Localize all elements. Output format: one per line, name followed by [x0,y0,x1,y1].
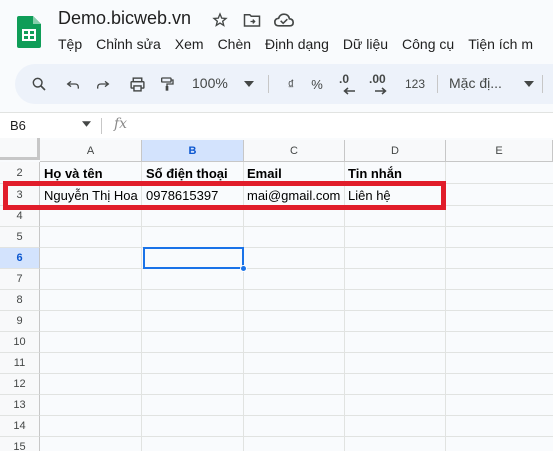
number-format-button[interactable]: 123 [401,72,429,96]
menu-format[interactable]: Định dạng [265,36,329,52]
percent-format-button[interactable]: % [305,72,329,96]
row-header-10[interactable]: 10 [0,332,40,353]
column-header-a[interactable]: A [40,140,142,162]
cloud-saved-icon[interactable] [274,10,294,30]
spreadsheet-app: Demo.bicweb.vn Tệp Chỉnh sửa Xem Chèn Đị… [0,0,553,451]
column-header-d[interactable]: D [345,140,446,162]
column-header-b[interactable]: B [142,140,244,162]
column-header-c[interactable]: C [244,140,345,162]
sheets-logo-icon[interactable] [17,16,41,48]
menu-extensions[interactable]: Tiện ích m [468,36,533,52]
row-header-9[interactable]: 9 [0,311,40,332]
increase-decimal-label: .00 [369,72,386,86]
formula-bar-divider [101,118,102,134]
row-header-13[interactable]: 13 [0,395,40,416]
row-lines [40,206,553,451]
font-family-select[interactable]: Mặc đị... [449,75,502,91]
menu-data[interactable]: Dữ liệu [343,36,388,52]
decrease-decimal-label: .0 [339,72,350,86]
font-dropdown-icon[interactable] [517,72,541,96]
row-header-5[interactable]: 5 [0,227,40,248]
increase-decimal-button[interactable]: .00 [369,72,393,96]
row-header-15[interactable]: 15 [0,437,40,451]
row-header-7[interactable]: 7 [0,269,40,290]
menu-edit[interactable]: Chỉnh sửa [96,36,161,52]
arrow-left-icon [343,87,355,95]
name-box-dropdown-icon[interactable] [82,119,91,130]
row-3-highlight-box [3,181,446,210]
row-header-12[interactable]: 12 [0,374,40,395]
menu-bar: Tệp Chỉnh sửa Xem Chèn Định dạng Dữ liệu… [58,36,547,52]
menu-view[interactable]: Xem [175,36,204,52]
row-header-8[interactable]: 8 [0,290,40,311]
menu-insert[interactable]: Chèn [218,36,251,52]
menu-file[interactable]: Tệp [58,36,82,52]
redo-icon[interactable] [91,72,115,96]
formula-bar: B6 fx [0,112,553,138]
title-bar: Demo.bicweb.vn Tệp Chỉnh sửa Xem Chèn Đị… [0,0,553,62]
undo-icon[interactable] [61,72,85,96]
toolbar-divider [268,75,269,93]
fill-handle[interactable] [240,265,247,272]
menu-tools[interactable]: Công cụ [402,36,454,52]
fx-icon: fx [114,116,128,132]
toolbar-divider [437,75,438,93]
move-folder-icon[interactable] [242,10,262,30]
selected-cell-b6[interactable] [143,247,244,269]
row-header-11[interactable]: 11 [0,353,40,374]
toolbar: 100% ₫ % .0 .00 123 Mặc đị... [15,64,553,104]
currency-format-button[interactable]: ₫ [279,72,303,96]
column-header-e[interactable]: E [446,140,553,162]
star-icon[interactable] [210,10,230,30]
document-title[interactable]: Demo.bicweb.vn [58,8,191,29]
name-box[interactable]: B6 [10,118,26,133]
paint-format-icon[interactable] [155,72,179,96]
row-header-14[interactable]: 14 [0,416,40,437]
arrow-right-icon [375,87,387,95]
print-icon[interactable] [125,72,149,96]
toolbar-divider [542,75,543,93]
zoom-dropdown-icon[interactable] [237,72,261,96]
zoom-select[interactable]: 100% [192,75,228,91]
search-menus-icon[interactable] [27,72,51,96]
select-all-corner[interactable] [0,138,40,160]
row-header-6[interactable]: 6 [0,248,40,269]
decrease-decimal-button[interactable]: .0 [337,72,361,96]
